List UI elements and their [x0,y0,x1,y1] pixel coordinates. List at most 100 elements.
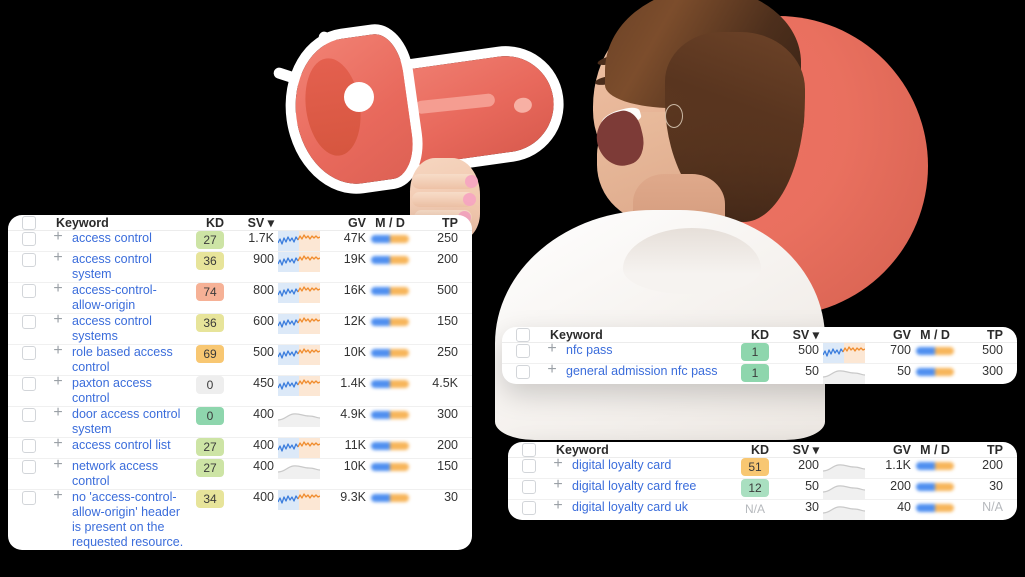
row-select-cell[interactable] [8,490,50,551]
table-row[interactable]: + digital loyalty card uk N/A 30 40 N/A [508,498,1017,521]
column-header-kd[interactable]: KD [190,215,228,231]
table-row[interactable]: + access control system 36 900 19K 200 [8,250,472,283]
plus-icon[interactable]: + [50,343,66,359]
column-header-sv[interactable]: SV ▾ [773,327,821,343]
select-all-header[interactable] [8,215,50,231]
table-row[interactable]: + role based access control 69 500 10K 250 [8,343,472,376]
table-row[interactable]: + general admission nfc pass 1 50 50 300 [502,362,1017,385]
row-select-cell[interactable] [8,437,50,459]
keyword-link[interactable]: network access control [72,459,186,489]
checkbox-icon[interactable] [22,252,36,267]
checkbox-icon[interactable] [22,283,36,298]
column-header-md[interactable]: M / D [366,215,414,231]
plus-icon[interactable]: + [50,229,66,245]
table-row[interactable]: + network access control 27 400 10K 150 [8,457,472,490]
keyword-link[interactable]: digital loyalty card [572,458,731,473]
checkbox-icon[interactable] [516,364,530,379]
checkbox-icon[interactable] [22,231,36,246]
select-all-header[interactable] [502,327,544,343]
caret-down-icon[interactable]: ▾ [268,216,274,230]
caret-down-icon[interactable]: ▾ [813,328,819,342]
row-select-cell[interactable] [508,457,550,479]
plus-icon[interactable]: + [50,405,66,421]
checkbox-icon[interactable] [522,442,536,457]
checkbox-icon[interactable] [22,376,36,391]
checkbox-icon[interactable] [22,438,36,453]
column-header-kd[interactable]: KD [735,327,773,343]
caret-down-icon[interactable]: ▾ [813,443,819,457]
checkbox-icon[interactable] [516,343,530,358]
plus-icon[interactable]: + [50,374,66,390]
keyword-link[interactable]: role based access control [72,345,186,375]
column-header-tp[interactable]: TP [959,327,1017,343]
table-row[interactable]: + door access control system 0 400 4.9K 300 [8,405,472,438]
row-select-cell[interactable] [502,364,544,385]
checkbox-icon[interactable] [22,314,36,329]
row-select-cell[interactable] [8,375,50,407]
column-header-md[interactable]: M / D [911,442,959,458]
column-header-md[interactable]: M / D [911,327,959,343]
keyword-link[interactable]: access control [72,231,186,246]
plus-icon[interactable]: + [550,456,566,472]
column-header-kd[interactable]: KD [735,442,773,458]
table-row[interactable]: + access control systems 36 600 12K 150 [8,312,472,345]
column-header-keyword[interactable]: Keyword [550,442,735,458]
table-row[interactable]: + nfc pass 1 500 700 500 [502,341,1017,364]
row-select-cell[interactable] [8,230,50,252]
row-select-cell[interactable] [508,478,550,500]
row-select-cell[interactable] [8,458,50,490]
keyword-link[interactable]: general admission nfc pass [566,364,731,379]
row-select-cell[interactable] [8,406,50,438]
checkbox-icon[interactable] [522,458,536,473]
plus-icon[interactable]: + [544,341,560,357]
row-select-cell[interactable] [8,282,50,314]
plus-icon[interactable]: + [50,436,66,452]
keyword-link[interactable]: digital loyalty card free [572,479,731,494]
plus-icon[interactable]: + [50,488,66,504]
table-row[interactable]: + access-control-allow-origin 74 800 16K 500 [8,281,472,314]
keyword-link[interactable]: paxton access control [72,376,186,406]
plus-icon[interactable]: + [50,312,66,328]
keyword-link[interactable]: access control systems [72,314,186,344]
column-header-keyword[interactable]: Keyword [50,215,190,231]
plus-icon[interactable]: + [544,362,560,378]
table-row[interactable]: + digital loyalty card 51 200 1.1K 200 [508,456,1017,479]
table-row[interactable]: + paxton access control 0 450 1.4K 4.5K [8,374,472,407]
plus-icon[interactable]: + [50,281,66,297]
keyword-link[interactable]: access control list [72,438,186,453]
keyword-link[interactable]: door access control system [72,407,186,437]
plus-icon[interactable]: + [550,498,566,514]
checkbox-icon[interactable] [22,459,36,474]
keyword-link[interactable]: access-control-allow-origin [72,283,186,313]
column-header-tp[interactable]: TP [414,215,472,231]
column-header-sv[interactable]: SV ▾ [228,215,276,231]
column-header-gv[interactable]: GV [867,327,911,343]
table-row[interactable]: + access control list 27 400 11K 200 [8,436,472,459]
table-row[interactable]: + access control 27 1.7K 47K 250 [8,229,472,252]
row-select-cell[interactable] [8,251,50,283]
row-select-cell[interactable] [8,313,50,345]
checkbox-icon[interactable] [22,407,36,422]
column-header-sv[interactable]: SV ▾ [773,442,821,458]
keyword-link[interactable]: access control system [72,252,186,282]
row-select-cell[interactable] [502,342,544,364]
row-select-cell[interactable] [8,344,50,376]
checkbox-icon[interactable] [516,327,530,342]
row-select-cell[interactable] [508,500,550,521]
checkbox-icon[interactable] [522,479,536,494]
plus-icon[interactable]: + [50,250,66,266]
plus-icon[interactable]: + [50,457,66,473]
checkbox-icon[interactable] [22,345,36,360]
keyword-link[interactable]: digital loyalty card uk [572,500,731,515]
table-row[interactable]: + digital loyalty card free 12 50 200 30 [508,477,1017,500]
keyword-link[interactable]: no 'access-control-allow-origin' header … [72,490,186,550]
plus-icon[interactable]: + [550,477,566,493]
column-header-tp[interactable]: TP [959,442,1017,458]
checkbox-icon[interactable] [22,490,36,505]
table-row[interactable]: + no 'access-control-allow-origin' header… [8,488,472,551]
column-header-keyword[interactable]: Keyword [544,327,735,343]
column-header-gv[interactable]: GV [322,215,366,231]
checkbox-icon[interactable] [22,215,36,230]
select-all-header[interactable] [508,442,550,458]
checkbox-icon[interactable] [522,500,536,515]
